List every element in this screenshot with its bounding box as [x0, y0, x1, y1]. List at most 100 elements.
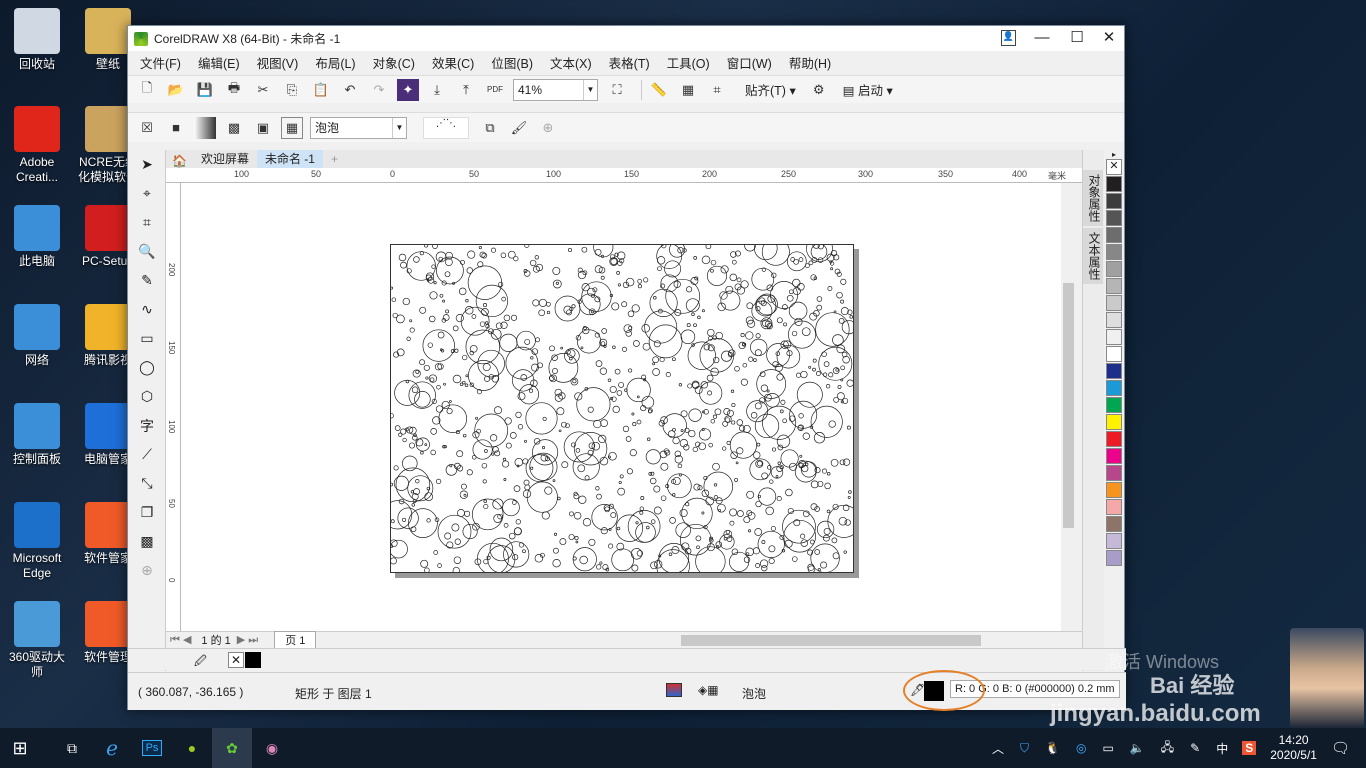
- palette-swatch[interactable]: [1106, 550, 1122, 566]
- page-first-icon[interactable]: ⏮ ◀: [170, 633, 191, 647]
- connector-tool-icon[interactable]: ⤡: [128, 469, 166, 498]
- redo-icon[interactable]: ↷: [368, 79, 390, 101]
- desktop-icon[interactable]: Microsoft Edge: [7, 502, 67, 581]
- page-tab[interactable]: 页 1: [274, 631, 317, 649]
- network-icon[interactable]: 🖧: [1161, 738, 1174, 759]
- account-icon[interactable]: 👤: [1001, 30, 1016, 46]
- save-icon[interactable]: 💾: [194, 79, 216, 101]
- horizontal-ruler[interactable]: 100 50 0 50 100 150 200 250 300 350 400 毫米: [166, 168, 1082, 183]
- sogou-ime-icon[interactable]: S: [1242, 741, 1257, 755]
- edit-fill-icon[interactable]: ⧉: [479, 117, 501, 139]
- palette-swatch[interactable]: [1106, 295, 1122, 311]
- menu-item[interactable]: 工具(O): [667, 53, 710, 72]
- fountain-fill-icon[interactable]: [194, 116, 216, 139]
- palette-swatch[interactable]: [1106, 312, 1122, 328]
- polygon-tool-icon[interactable]: ⬡: [128, 382, 166, 411]
- menu-item[interactable]: 窗口(W): [727, 53, 772, 72]
- bubble-filled-rectangle[interactable]: [383, 235, 861, 583]
- desktop-icon[interactable]: 此电脑: [7, 205, 67, 269]
- coreldraw-task-icon[interactable]: ✿: [212, 728, 252, 768]
- ie-browser-icon[interactable]: ℯ: [92, 728, 132, 768]
- drop-shadow-tool-icon[interactable]: ❐: [128, 498, 166, 527]
- dimension-tool-icon[interactable]: ⟋: [128, 440, 166, 469]
- palette-swatch[interactable]: [1106, 329, 1122, 345]
- app-green-icon[interactable]: ●: [172, 728, 212, 768]
- menu-item[interactable]: 对象(C): [373, 53, 415, 72]
- palette-swatch[interactable]: [1106, 227, 1122, 243]
- menu-item[interactable]: 文件(F): [140, 53, 181, 72]
- palette-expand-icon[interactable]: ▸: [1104, 150, 1124, 159]
- fill-type-select[interactable]: 泡泡 ▼: [310, 116, 407, 139]
- postscript-fill-icon[interactable]: ▦: [281, 116, 303, 139]
- snap-to-dropdown[interactable]: 贴齐(T) ▾: [745, 80, 796, 99]
- menu-item[interactable]: 帮助(H): [789, 53, 831, 72]
- palette-swatch[interactable]: ✕: [1106, 159, 1122, 175]
- copy-fill-icon[interactable]: 🖌: [508, 117, 530, 139]
- text-tool-icon[interactable]: 字: [128, 411, 166, 440]
- desktop-icon[interactable]: 网络: [7, 304, 67, 368]
- battery-icon[interactable]: ▭: [1102, 741, 1113, 755]
- windows-start-icon[interactable]: ⊞: [0, 728, 40, 768]
- maximize-button[interactable]: ☐: [1061, 26, 1093, 51]
- home-icon[interactable]: 🏠: [166, 154, 193, 168]
- palette-swatch[interactable]: [1106, 533, 1122, 549]
- freehand-tool-icon[interactable]: ✎: [128, 266, 166, 295]
- launch-dropdown[interactable]: ▤ 启动 ▾: [843, 80, 893, 99]
- zoom-tool-icon[interactable]: 🔍: [128, 237, 166, 266]
- menu-item[interactable]: 位图(B): [491, 53, 533, 72]
- clock[interactable]: 14:20 2020/5/1: [1270, 733, 1317, 763]
- palette-swatch[interactable]: [1106, 431, 1122, 447]
- palette-swatch[interactable]: [1106, 414, 1122, 430]
- photo-viewer-icon[interactable]: ◉: [252, 728, 292, 768]
- vertical-scrollbar[interactable]: [1061, 183, 1076, 633]
- palette-swatch[interactable]: [1106, 499, 1122, 515]
- pick-tool-icon[interactable]: ➤: [128, 150, 166, 179]
- photoshop-icon[interactable]: Ps: [132, 728, 172, 768]
- shape-tool-icon[interactable]: ⌖: [128, 179, 166, 208]
- menu-item[interactable]: 文本(X): [550, 53, 592, 72]
- vector-pattern-fill-icon[interactable]: ▩: [223, 117, 245, 139]
- eyedropper-icon[interactable]: 🖉: [194, 652, 207, 673]
- rectangle-tool-icon[interactable]: ▭: [128, 324, 166, 353]
- scroll-thumb[interactable]: [1063, 283, 1074, 528]
- rulers-icon[interactable]: 📏: [648, 79, 670, 101]
- close-button[interactable]: ✕: [1093, 26, 1125, 51]
- palette-swatch[interactable]: [1106, 516, 1122, 532]
- security-shield-icon[interactable]: ⛉: [1020, 741, 1029, 756]
- vertical-ruler[interactable]: 200 150 100 50 0: [166, 183, 181, 633]
- pen-icon[interactable]: ✎: [1190, 741, 1200, 755]
- menu-item[interactable]: 编辑(E): [198, 53, 240, 72]
- task-view-icon[interactable]: ⧉: [52, 728, 92, 768]
- desktop-icon[interactable]: Adobe Creati...: [7, 106, 67, 185]
- tab-welcome[interactable]: 欢迎屏幕: [193, 150, 257, 168]
- notification-icon[interactable]: 🗨: [1331, 739, 1350, 757]
- palette-swatch[interactable]: [1106, 397, 1122, 413]
- print-icon[interactable]: 🖶: [223, 79, 245, 101]
- uniform-fill-icon[interactable]: ■: [165, 117, 187, 139]
- drawing-canvas[interactable]: [181, 183, 1061, 633]
- bitmap-pattern-fill-icon[interactable]: ▣: [252, 117, 274, 139]
- menu-item[interactable]: 视图(V): [257, 53, 299, 72]
- new-document-icon[interactable]: 🗋: [136, 79, 158, 101]
- palette-swatch[interactable]: [1106, 176, 1122, 192]
- docker-text-properties[interactable]: 文本属性: [1083, 228, 1103, 284]
- paste-icon[interactable]: 📋: [310, 79, 332, 101]
- new-tab-icon[interactable]: +: [323, 150, 346, 168]
- guidelines-icon[interactable]: ⌗: [706, 79, 728, 101]
- search-content-icon[interactable]: ✦: [397, 78, 419, 101]
- desktop-icon[interactable]: 回收站: [7, 8, 67, 72]
- horizontal-scrollbar[interactable]: [681, 635, 981, 646]
- palette-swatch[interactable]: [1106, 278, 1122, 294]
- palette-swatch[interactable]: [1106, 363, 1122, 379]
- transparency-tool-icon[interactable]: ▩: [128, 527, 166, 556]
- open-folder-icon[interactable]: 📂: [165, 79, 187, 101]
- no-fill-icon[interactable]: ☒: [136, 117, 158, 139]
- add-tool-icon[interactable]: ⊕: [128, 556, 166, 585]
- publish-pdf-icon[interactable]: PDF: [484, 79, 506, 101]
- page-last-icon[interactable]: ▶ ⏭: [237, 633, 258, 647]
- full-screen-icon[interactable]: ⛶: [606, 79, 628, 101]
- black-swatch[interactable]: [245, 652, 261, 668]
- grid-icon[interactable]: ▦: [677, 79, 699, 101]
- qq-icon[interactable]: 🐧: [1045, 741, 1060, 755]
- tab-untitled-1[interactable]: 未命名 -1: [256, 150, 323, 168]
